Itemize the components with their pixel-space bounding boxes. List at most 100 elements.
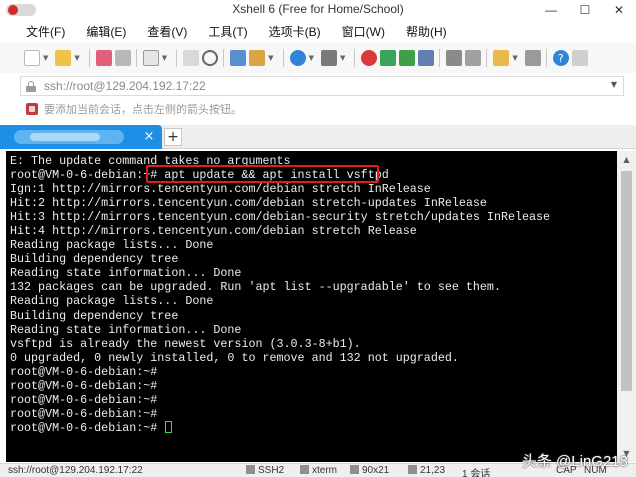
status-protocol: SSH2: [246, 465, 284, 476]
xmanager-icon[interactable]: [399, 50, 416, 66]
terminal-line: Building dependency tree: [10, 308, 179, 323]
redacted-tab-label-highlight: [30, 133, 100, 141]
toolbar-divider: [486, 49, 488, 67]
add-icon[interactable]: [493, 50, 510, 66]
scroll-up-icon[interactable]: ▲: [617, 151, 636, 168]
terminal-output: E: The update command takes no arguments…: [10, 154, 550, 435]
tab-close-icon[interactable]: ×: [142, 129, 156, 144]
globe-icon[interactable]: [289, 50, 306, 66]
terminal-line: Hit:3 http://mirrors.tencentyun.com/debi…: [10, 210, 551, 225]
terminal-pane[interactable]: E: The update command takes no arguments…: [6, 151, 617, 462]
menu-bar: 文件(F) 编辑(E) 查看(V) 工具(T) 选项卡(B) 窗口(W) 帮助(…: [0, 20, 636, 42]
compose-bar-icon[interactable]: [465, 50, 482, 66]
find-icon[interactable]: [202, 50, 219, 66]
transfer-icon[interactable]: [320, 50, 337, 66]
cursor-position-icon: [408, 465, 417, 474]
menu-file[interactable]: 文件(F): [26, 23, 65, 40]
terminal-line: Hit:2 http://mirrors.tencentyun.com/debi…: [10, 196, 487, 211]
open-dropdown-icon[interactable]: ▼: [74, 54, 79, 62]
toolbar-divider: [88, 49, 90, 67]
terminal-line: Building dependency tree: [10, 252, 179, 267]
terminal-line: Hit:4 http://mirrors.tencentyun.com/debi…: [10, 224, 417, 239]
terminal-scrollbar[interactable]: ▲ ▼: [617, 151, 636, 462]
terminal-line: Reading package lists... Done: [10, 294, 214, 309]
keyboard-icon[interactable]: [446, 50, 463, 66]
terminal-line: 0 upgraded, 0 newly installed, 0 to remo…: [10, 350, 459, 365]
transfer-dropdown-icon[interactable]: ▼: [340, 54, 345, 62]
xshell-icon[interactable]: [361, 50, 378, 66]
menu-edit[interactable]: 编辑(E): [86, 23, 126, 40]
add-dropdown-icon[interactable]: ▼: [512, 54, 517, 62]
terminal-line: root@VM-0-6-debian:~#: [10, 406, 158, 421]
status-position: 21,23: [408, 465, 445, 476]
globe-dropdown-icon[interactable]: ▼: [309, 54, 314, 62]
lock-icon[interactable]: [524, 50, 541, 66]
toolbar-divider: [354, 49, 356, 67]
address-dropdown-icon[interactable]: ▼: [611, 80, 617, 89]
status-bar: ssh://root@129.204.192.17:22 SSH2 xterm …: [0, 453, 636, 477]
minimize-button[interactable]: —: [534, 0, 568, 20]
copy-icon[interactable]: [230, 50, 247, 66]
status-position-label: 21,23: [420, 465, 446, 476]
menu-tools[interactable]: 工具(T): [208, 23, 247, 40]
toolbar-divider: [135, 49, 137, 67]
protocol-icon: [246, 465, 255, 474]
toolbar-divider: [282, 49, 284, 67]
status-sessions: 1 会话: [462, 469, 491, 477]
toolbar-divider: [176, 49, 178, 67]
menu-help[interactable]: 帮助(H): [406, 23, 447, 40]
status-protocol-label: SSH2: [258, 465, 285, 476]
compose-icon[interactable]: [418, 50, 435, 66]
terminal-line: Reading state information... Done: [10, 266, 242, 281]
terminal-prompt: root@VM-0-6-debian:~#: [10, 420, 165, 435]
session-tab[interactable]: ×: [0, 125, 162, 149]
terminal-line: root@VM-0-6-debian:~#: [10, 392, 158, 407]
properties-icon[interactable]: [142, 50, 159, 66]
address-bar: ▼: [20, 76, 624, 96]
hint-text: 要添加当前会话，点击左侧的箭头按钮。: [44, 104, 242, 116]
bookmark-icon[interactable]: [26, 103, 38, 115]
new-session-icon[interactable]: [24, 50, 40, 66]
terminal-line: Reading state information... Done: [10, 322, 242, 337]
terminal-cursor: [165, 420, 173, 433]
add-tab-button[interactable]: +: [164, 128, 182, 146]
terminal-line: Reading package lists... Done: [10, 238, 214, 253]
size-icon: [350, 465, 359, 474]
disconnect-icon[interactable]: [114, 50, 131, 66]
toolbar-divider: [545, 49, 547, 67]
terminal-line: Ign:1 http://mirrors.tencentyun.com/debi…: [10, 182, 431, 197]
new-session-dropdown-icon[interactable]: ▼: [43, 54, 48, 62]
terminal-prompt-line: root@VM-0-6-debian:~#: [10, 420, 550, 435]
new-window-icon[interactable]: [183, 50, 200, 66]
watermark: 头条 @LinG218: [521, 453, 628, 470]
open-folder-icon[interactable]: [55, 50, 72, 66]
xftp-icon[interactable]: [380, 50, 397, 66]
chat-icon[interactable]: [571, 50, 588, 66]
title-bar: Xshell 6 (Free for Home/School) — ☐ ✕: [0, 0, 636, 20]
scrollbar-thumb[interactable]: [621, 171, 632, 391]
paste-dropdown-icon[interactable]: ▼: [268, 54, 273, 62]
status-terminal-type-label: xterm: [312, 465, 337, 476]
terminal-icon: [300, 465, 309, 474]
menu-view[interactable]: 查看(V): [147, 23, 187, 40]
help-icon[interactable]: ?: [552, 50, 569, 66]
status-terminal-type: xterm: [300, 465, 337, 476]
menu-tabs[interactable]: 选项卡(B): [269, 23, 321, 40]
status-size-label: 90x21: [362, 465, 390, 476]
address-input[interactable]: [44, 79, 584, 93]
status-connection: ssh://root@129.204.192.17:22: [8, 465, 143, 476]
lock-icon: [26, 80, 36, 92]
command-highlight-box: [146, 165, 379, 183]
maximize-button[interactable]: ☐: [568, 0, 602, 20]
session-hint-bar: 要添加当前会话，点击左侧的箭头按钮。: [0, 99, 636, 119]
menu-window[interactable]: 窗口(W): [342, 23, 385, 40]
toolbar-divider: [223, 49, 225, 67]
terminal-line: root@VM-0-6-debian:~#: [10, 378, 158, 393]
toolbar-divider: [439, 49, 441, 67]
terminal-line: vsftpd is already the newest version (3.…: [10, 336, 361, 351]
close-button[interactable]: ✕: [602, 0, 636, 20]
reconnect-icon[interactable]: [95, 50, 112, 66]
tab-strip: × +: [0, 125, 636, 149]
paste-icon[interactable]: [249, 50, 266, 66]
properties-dropdown-icon[interactable]: ▼: [162, 54, 167, 62]
